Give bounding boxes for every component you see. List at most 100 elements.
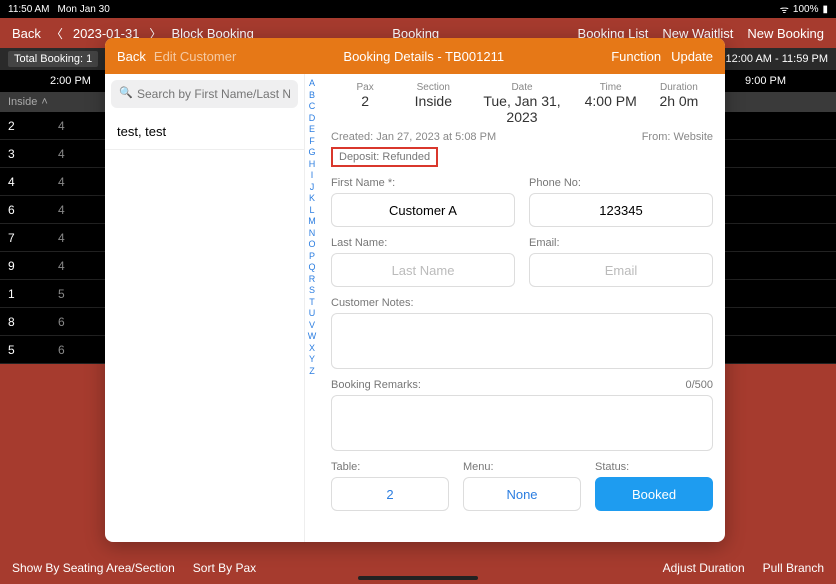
alpha-k[interactable]: K (309, 193, 315, 203)
menu-button[interactable]: None (463, 477, 581, 511)
alpha-index[interactable]: ABCDEFGHIJKLMNOPQRSTUVWXYZ (305, 74, 319, 542)
status-date: Mon Jan 30 (58, 4, 110, 15)
table-number: 1 (8, 287, 58, 301)
table-pax: 5 (58, 287, 65, 301)
status-label: Status: (595, 461, 713, 473)
table-pax: 4 (58, 231, 65, 245)
chevron-up-icon: ˄ (41, 96, 47, 108)
details-panel: Pax2 SectionInside DateTue, Jan 31, 2023… (319, 74, 725, 542)
wifi-icon: ᯤ (780, 2, 789, 16)
function-button[interactable]: Function (611, 49, 661, 64)
customer-list: test, test (105, 114, 304, 542)
section-label: Section (399, 82, 467, 93)
alpha-i[interactable]: I (311, 170, 314, 180)
alpha-w[interactable]: W (308, 331, 317, 341)
alpha-v[interactable]: V (309, 320, 315, 330)
sort-by-button[interactable]: Sort By Pax (193, 561, 256, 575)
pull-branch-button[interactable]: Pull Branch (763, 561, 824, 575)
nav-back[interactable]: Back (12, 26, 41, 41)
table-number: 5 (8, 343, 58, 357)
pax-value: 2 (331, 93, 399, 109)
alpha-g[interactable]: G (308, 147, 315, 157)
alpha-a[interactable]: A (309, 78, 315, 88)
table-label: Table: (331, 461, 449, 473)
alpha-r[interactable]: R (309, 274, 316, 284)
pax-label: Pax (331, 82, 399, 93)
alpha-h[interactable]: H (309, 159, 316, 169)
time-slot-2: 9:00 PM (745, 75, 786, 87)
duration-label: Duration (645, 82, 713, 93)
first-name-label: First Name *: (331, 177, 515, 189)
adjust-duration-button[interactable]: Adjust Duration (663, 561, 745, 575)
table-number: 2 (8, 119, 58, 133)
alpha-d[interactable]: D (309, 113, 316, 123)
booking-details-modal: Back Edit Customer Booking Details - TB0… (105, 38, 725, 542)
nav-new-booking[interactable]: New Booking (747, 26, 824, 41)
alpha-s[interactable]: S (309, 285, 315, 295)
table-pax: 4 (58, 119, 65, 133)
time-range: 12:00 AM - 11:59 PM (725, 53, 828, 65)
date-label: Date (467, 82, 576, 93)
first-name-field[interactable] (331, 193, 515, 227)
table-number: 8 (8, 315, 58, 329)
booking-remarks-field[interactable] (331, 395, 713, 451)
table-pax: 6 (58, 343, 65, 357)
alpha-o[interactable]: O (308, 239, 315, 249)
alpha-t[interactable]: T (309, 297, 315, 307)
status-button[interactable]: Booked (595, 477, 713, 511)
table-pax: 4 (58, 175, 65, 189)
modal-back-button[interactable]: Back (117, 49, 146, 64)
table-pax: 4 (58, 259, 65, 273)
update-button[interactable]: Update (671, 49, 713, 64)
alpha-j[interactable]: J (310, 182, 315, 192)
phone-field[interactable] (529, 193, 713, 227)
alpha-e[interactable]: E (309, 124, 315, 134)
alpha-u[interactable]: U (309, 308, 316, 318)
status-bar: 11:50 AM Mon Jan 30 ᯤ 100% ▮ (0, 0, 836, 18)
table-number: 6 (8, 203, 58, 217)
table-number: 4 (8, 175, 58, 189)
alpha-z[interactable]: Z (309, 366, 315, 376)
last-name-label: Last Name: (331, 237, 515, 249)
alpha-l[interactable]: L (309, 205, 314, 215)
customer-notes-field[interactable] (331, 313, 713, 369)
alpha-b[interactable]: B (309, 90, 315, 100)
email-label: Email: (529, 237, 713, 249)
home-indicator (358, 576, 478, 580)
deposit-badge: Deposit: Refunded (331, 147, 438, 167)
last-name-field[interactable] (331, 253, 515, 287)
menu-label: Menu: (463, 461, 581, 473)
table-button[interactable]: 2 (331, 477, 449, 511)
remarks-count: 0/500 (685, 379, 713, 391)
alpha-f[interactable]: F (309, 136, 315, 146)
alpha-q[interactable]: Q (308, 262, 315, 272)
modal-header: Back Edit Customer Booking Details - TB0… (105, 38, 725, 74)
duration-value: 2h 0m (645, 93, 713, 109)
notes-label: Customer Notes: (331, 297, 713, 309)
battery-icon: ▮ (822, 4, 828, 15)
battery-label: 100% (793, 4, 819, 15)
section-value: Inside (399, 93, 467, 109)
alpha-y[interactable]: Y (309, 354, 315, 364)
customer-item[interactable]: test, test (105, 114, 304, 150)
date-value: Tue, Jan 31, 2023 (467, 93, 576, 125)
search-input[interactable] (111, 80, 298, 108)
edit-customer-button[interactable]: Edit Customer (154, 49, 236, 64)
from-text: From: Website (642, 131, 713, 143)
alpha-c[interactable]: C (309, 101, 316, 111)
created-text: Created: Jan 27, 2023 at 5:08 PM (331, 131, 496, 143)
show-by-button[interactable]: Show By Seating Area/Section (12, 561, 175, 575)
remarks-label: Booking Remarks: (331, 379, 421, 391)
table-pax: 4 (58, 203, 65, 217)
alpha-n[interactable]: N (309, 228, 316, 238)
customer-panel: test, test (105, 74, 305, 542)
alpha-m[interactable]: M (308, 216, 316, 226)
chevron-left-icon[interactable]: 〈 (51, 25, 63, 42)
alpha-x[interactable]: X (309, 343, 315, 353)
email-field[interactable] (529, 253, 713, 287)
table-number: 3 (8, 147, 58, 161)
alpha-p[interactable]: P (309, 251, 315, 261)
table-number: 9 (8, 259, 58, 273)
modal-title: Booking Details - TB001211 (236, 49, 611, 64)
time-slot-1: 2:00 PM (50, 75, 91, 87)
